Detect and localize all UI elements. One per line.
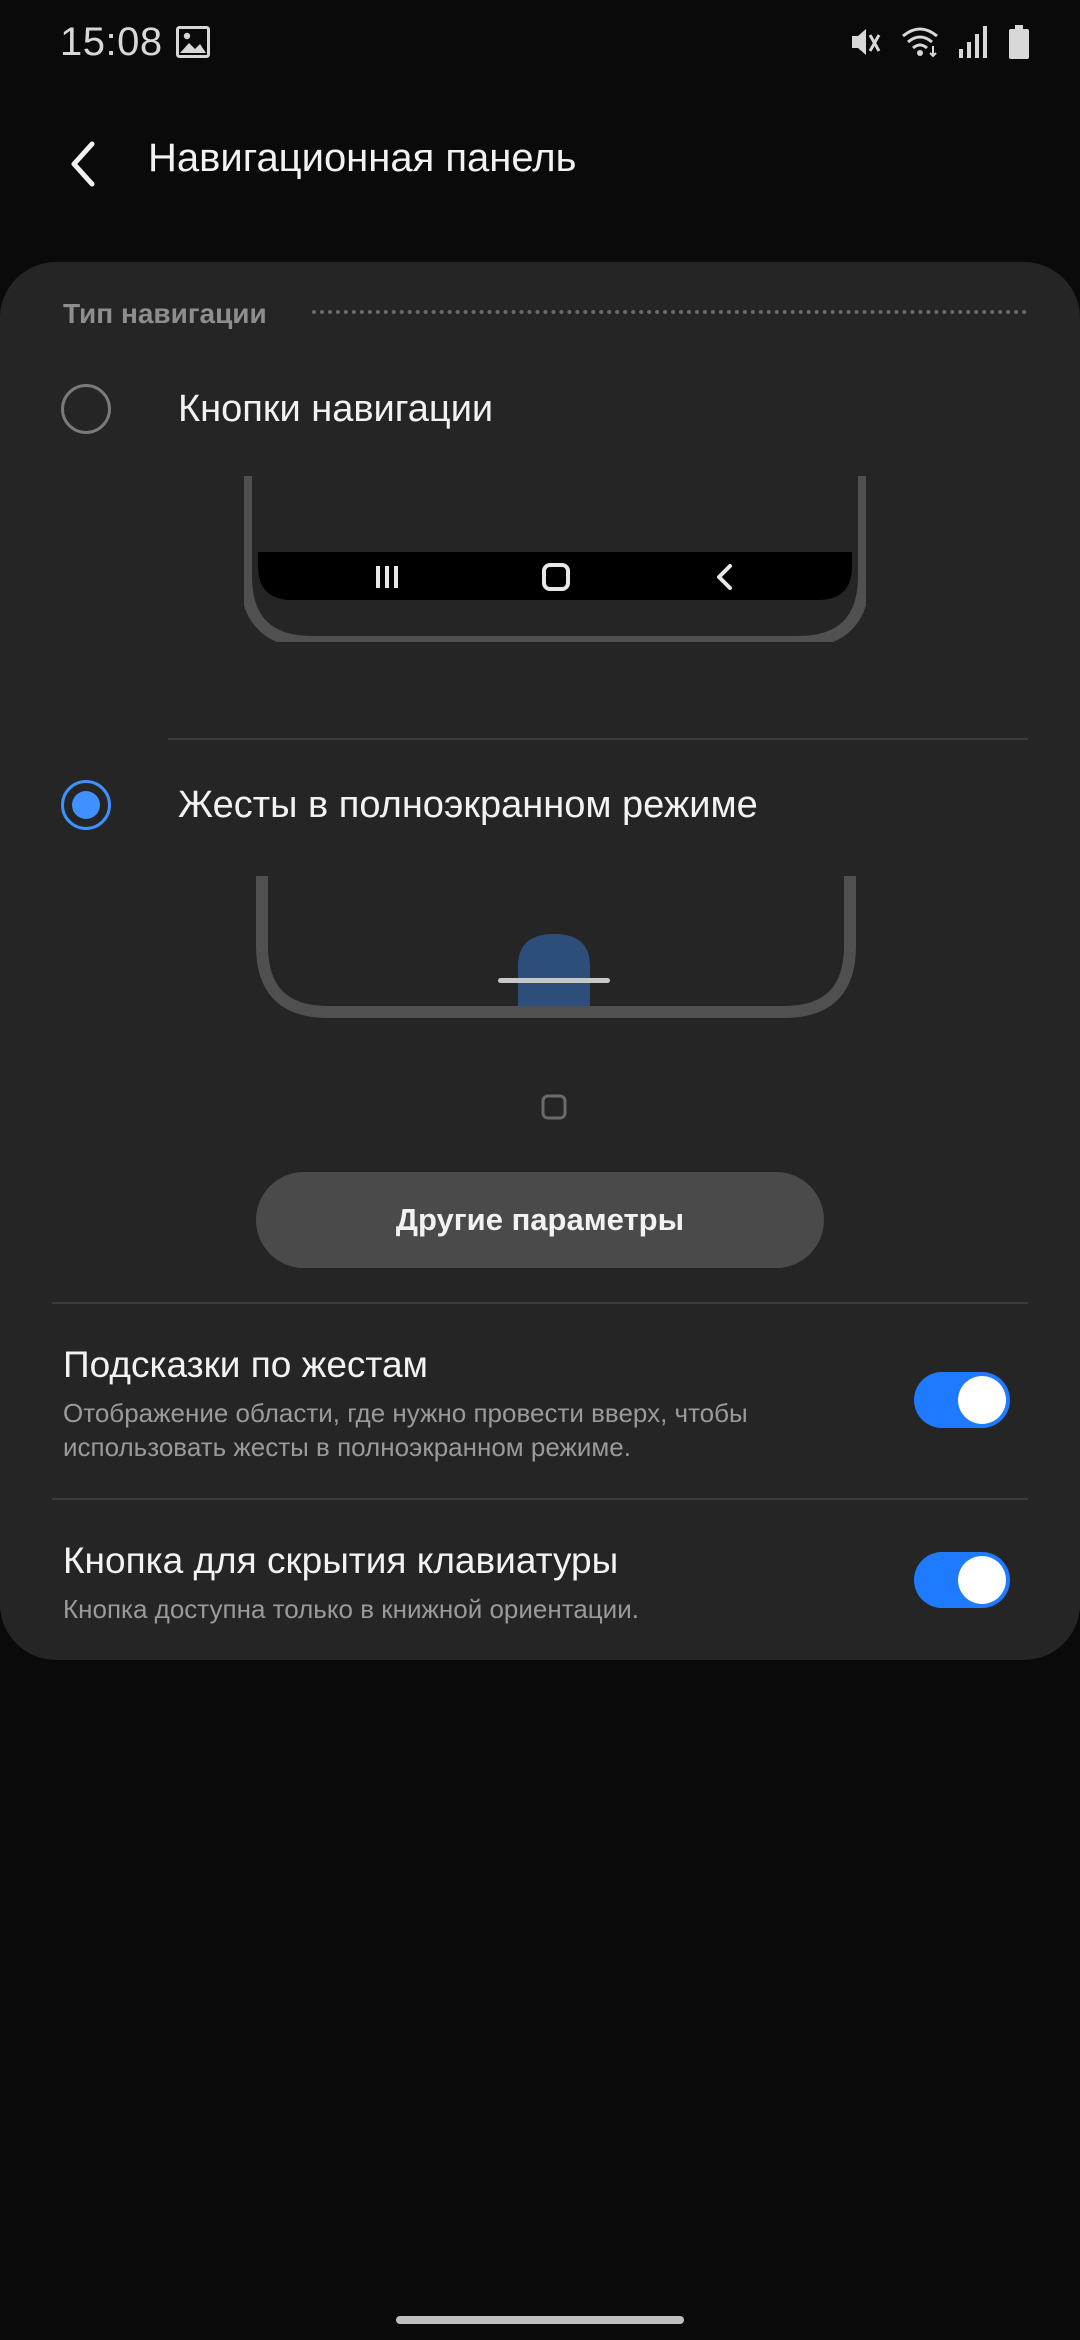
settings-card: Тип навигации Кнопки навигации Жесты в п…: [0, 262, 1080, 1660]
switch-row-gesture-hints[interactable]: Подсказки по жестам Отображение области,…: [0, 1344, 1080, 1464]
other-params-button[interactable]: Другие параметры: [256, 1172, 824, 1268]
switch-description: Кнопка доступна только в книжной ориента…: [63, 1594, 639, 1624]
gallery-icon: [176, 26, 210, 58]
status-icons: [846, 24, 1030, 60]
radio-fullscreen-gestures[interactable]: [61, 780, 111, 830]
status-bar: 15:08: [0, 0, 1080, 90]
status-time: 15:08: [60, 20, 163, 64]
app-header: Навигационная панель: [0, 110, 1080, 210]
option-label: Кнопки навигации: [178, 388, 494, 430]
section-divider-line: [52, 1302, 1028, 1304]
radio-navigation-buttons[interactable]: [61, 384, 111, 434]
fullscreen-gestures-illustration: [256, 876, 856, 1018]
switch-description: Отображение области, где нужно провести …: [63, 1398, 748, 1462]
signal-icon: [959, 26, 987, 58]
switch-title: Кнопка для скрытия клавиатуры: [63, 1540, 619, 1581]
mute-icon: [852, 29, 881, 55]
gesture-hints-toggle[interactable]: [914, 1372, 1010, 1428]
switch-divider: [52, 1498, 1028, 1500]
navigation-buttons-illustration: [244, 476, 866, 642]
option-divider: [168, 738, 1028, 740]
switch-row-hide-keyboard[interactable]: Кнопка для скрытия клавиатуры Кнопка дос…: [0, 1540, 1080, 1630]
home-square-icon: [541, 1094, 567, 1120]
battery-icon: [1009, 25, 1029, 59]
switch-title: Подсказки по жестам: [63, 1344, 428, 1385]
toggle-knob: [958, 1556, 1006, 1604]
recents-icon: [376, 566, 398, 588]
gesture-handle[interactable]: [396, 2316, 684, 2324]
option-fullscreen-gestures[interactable]: Жесты в полноэкранном режиме: [0, 758, 1080, 858]
section-header: Тип навигации: [63, 298, 267, 329]
option-label: Жесты в полноэкранном режиме: [178, 784, 758, 826]
page-title: Навигационная панель: [148, 136, 577, 180]
wifi-icon: [902, 27, 938, 58]
hide-keyboard-toggle[interactable]: [914, 1552, 1010, 1608]
section-divider: [312, 310, 1027, 314]
option-navigation-buttons[interactable]: Кнопки навигации: [0, 362, 1080, 462]
back-button[interactable]: [50, 130, 118, 198]
toggle-knob: [958, 1376, 1006, 1424]
back-arrow-icon: [71, 141, 95, 187]
